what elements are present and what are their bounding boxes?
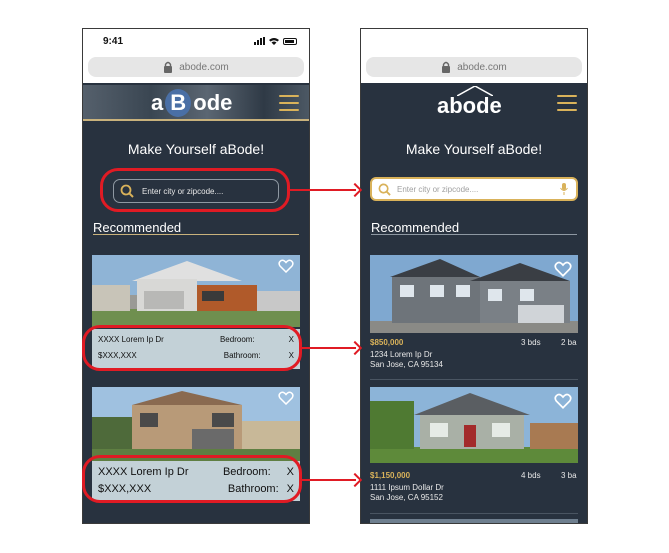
- listing-price: $850,000: [370, 338, 404, 347]
- search-placeholder: Enter city or zipcode....: [397, 184, 479, 194]
- status-bar: [361, 29, 587, 55]
- app-logo[interactable]: abode: [437, 93, 502, 119]
- listing-city: San Jose, CA 95152: [370, 493, 443, 502]
- battery-icon: [283, 37, 297, 45]
- section-underline: [371, 234, 577, 235]
- listing-street: 1234 Lorem Ip Dr: [370, 350, 433, 359]
- search-input[interactable]: Enter city or zipcode....: [370, 177, 578, 201]
- listing-baths: 3 ba: [561, 471, 577, 480]
- url-text: abode.com: [457, 61, 507, 73]
- browser-chrome: abode.com: [361, 55, 587, 83]
- logo-letter-a: a: [151, 90, 164, 115]
- logo-letters-ode: ode: [193, 90, 233, 115]
- house-photo: [92, 387, 300, 461]
- listing-city: San Jose, CA 95134: [370, 360, 443, 369]
- callout-info-2: [82, 455, 302, 503]
- address-bar[interactable]: abode.com: [88, 57, 304, 77]
- lock-icon: [164, 61, 173, 73]
- listing-beds: 3 bds: [521, 338, 541, 347]
- tagline: Make Yourself aBode!: [127, 141, 265, 157]
- favorite-heart-icon[interactable]: [554, 261, 572, 277]
- favorite-heart-icon[interactable]: [278, 391, 294, 405]
- status-bar: 9:41: [83, 29, 309, 55]
- logo-letter-b: B: [165, 89, 192, 117]
- url-text: abode.com: [179, 61, 229, 73]
- address-bar[interactable]: abode.com: [366, 57, 582, 77]
- section-underline: [93, 234, 299, 235]
- status-icons: [254, 37, 297, 45]
- app-header: abode: [361, 85, 587, 121]
- listing-photo[interactable]: [370, 387, 578, 463]
- search-icon: [378, 183, 391, 196]
- arrow-search-line: [290, 189, 356, 191]
- favorite-heart-icon[interactable]: [554, 393, 572, 409]
- house-photo: [370, 255, 578, 333]
- microphone-icon[interactable]: [560, 183, 568, 195]
- phone-before: 9:41 abode.com a B ode Make Yourself aBo…: [82, 28, 310, 524]
- listing-address: 1234 Lorem Ip Dr San Jose, CA 95134: [370, 350, 443, 370]
- tagline: Make Yourself aBode!: [405, 141, 543, 157]
- app-logo[interactable]: a B ode: [151, 89, 232, 117]
- listing-photo[interactable]: [92, 255, 300, 327]
- listing-baths: 2 ba: [561, 338, 577, 347]
- menu-icon[interactable]: [557, 95, 577, 111]
- listing-address: 1111 Ipsum Dollar Dr San Jose, CA 95152: [370, 483, 444, 503]
- lock-icon: [442, 61, 451, 73]
- signal-icon: [254, 37, 265, 45]
- browser-chrome: abode.com: [83, 55, 309, 83]
- listing-photo[interactable]: [92, 387, 300, 461]
- callout-search: [100, 168, 290, 212]
- status-time: 9:41: [103, 36, 124, 47]
- house-photo: [370, 387, 578, 463]
- comparison-stage: 9:41 abode.com a B ode Make Yourself aBo…: [0, 0, 669, 553]
- app-header: a B ode: [83, 85, 309, 121]
- section-title: Recommended: [93, 220, 182, 235]
- listing-divider: [370, 513, 578, 514]
- phone-after: abode.com abode Make Yourself aBode! Ent…: [360, 28, 588, 524]
- listing-street: 1111 Ipsum Dollar Dr: [370, 483, 444, 492]
- listing-photo[interactable]: [370, 255, 578, 333]
- listing-beds: 4 bds: [521, 471, 541, 480]
- callout-info-1: [82, 325, 302, 371]
- listing-price: $1,150,000: [370, 471, 411, 480]
- listing-photo-partial[interactable]: [370, 519, 578, 523]
- section-title: Recommended: [371, 220, 460, 235]
- wifi-icon: [269, 38, 279, 45]
- favorite-heart-icon[interactable]: [278, 259, 294, 273]
- listing-divider: [370, 379, 578, 380]
- house-photo: [92, 255, 300, 327]
- menu-icon[interactable]: [279, 95, 299, 111]
